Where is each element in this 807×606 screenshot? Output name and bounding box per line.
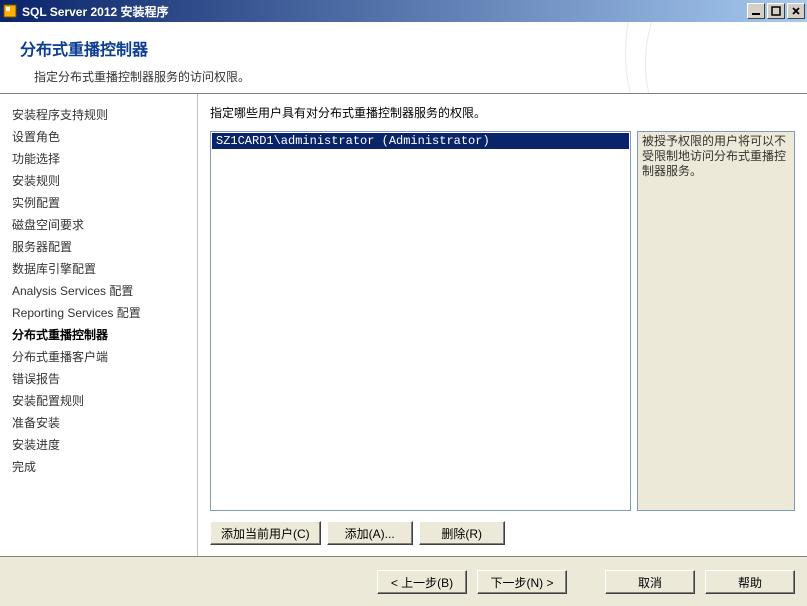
user-list-item[interactable]: SZ1CARD1\administrator (Administrator) (212, 133, 629, 149)
user-list[interactable]: SZ1CARD1\administrator (Administrator) (210, 131, 631, 511)
next-button[interactable]: 下一步(N) > (477, 570, 567, 594)
window-buttons (745, 3, 805, 19)
sidebar-item[interactable]: 分布式重播控制器 (8, 324, 189, 346)
list-row: SZ1CARD1\administrator (Administrator) 被… (210, 131, 795, 511)
help-button[interactable]: 帮助 (705, 570, 795, 594)
sidebar-item[interactable]: 安装规则 (8, 170, 189, 192)
footer: < 上一步(B) 下一步(N) > 取消 帮助 (0, 556, 807, 606)
maximize-button[interactable] (767, 3, 785, 19)
add-current-user-button[interactable]: 添加当前用户(C) (210, 521, 321, 545)
sidebar-item[interactable]: 功能选择 (8, 148, 189, 170)
sidebar-item[interactable]: 实例配置 (8, 192, 189, 214)
sidebar: 安装程序支持规则设置角色功能选择安装规则实例配置磁盘空间要求服务器配置数据库引擎… (0, 94, 198, 556)
sidebar-item[interactable]: 安装配置规则 (8, 390, 189, 412)
info-box: 被授予权限的用户将可以不受限制地访问分布式重播控制器服务。 (637, 131, 795, 511)
add-button[interactable]: 添加(A)... (327, 521, 413, 545)
user-buttons-row: 添加当前用户(C) 添加(A)... 删除(R) (210, 521, 795, 545)
app-icon (2, 3, 18, 19)
body-area: 安装程序支持规则设置角色功能选择安装规则实例配置磁盘空间要求服务器配置数据库引擎… (0, 94, 807, 556)
sidebar-item[interactable]: 完成 (8, 456, 189, 478)
titlebar: SQL Server 2012 安装程序 (0, 0, 807, 22)
header-panel: 分布式重播控制器 指定分布式重播控制器服务的访问权限。 (0, 22, 807, 94)
back-button[interactable]: < 上一步(B) (377, 570, 467, 594)
cancel-button[interactable]: 取消 (605, 570, 695, 594)
sidebar-item[interactable]: 分布式重播客户端 (8, 346, 189, 368)
sidebar-item[interactable]: 安装进度 (8, 434, 189, 456)
sidebar-item[interactable]: 准备安装 (8, 412, 189, 434)
window-title: SQL Server 2012 安装程序 (22, 3, 745, 20)
sidebar-item[interactable]: Analysis Services 配置 (8, 280, 189, 302)
minimize-button[interactable] (747, 3, 765, 19)
close-button[interactable] (787, 3, 805, 19)
instruction-text: 指定哪些用户具有对分布式重播控制器服务的权限。 (210, 104, 795, 121)
sidebar-item[interactable]: 磁盘空间要求 (8, 214, 189, 236)
sidebar-item[interactable]: Reporting Services 配置 (8, 302, 189, 324)
sidebar-item[interactable]: 服务器配置 (8, 236, 189, 258)
page-subtitle: 指定分布式重播控制器服务的访问权限。 (20, 68, 787, 85)
sidebar-item[interactable]: 设置角色 (8, 126, 189, 148)
main-content: 指定哪些用户具有对分布式重播控制器服务的权限。 SZ1CARD1\adminis… (198, 94, 807, 556)
sidebar-item[interactable]: 安装程序支持规则 (8, 104, 189, 126)
page-title: 分布式重播控制器 (20, 36, 787, 60)
remove-button[interactable]: 删除(R) (419, 521, 505, 545)
sidebar-item[interactable]: 数据库引擎配置 (8, 258, 189, 280)
sidebar-item[interactable]: 错误报告 (8, 368, 189, 390)
